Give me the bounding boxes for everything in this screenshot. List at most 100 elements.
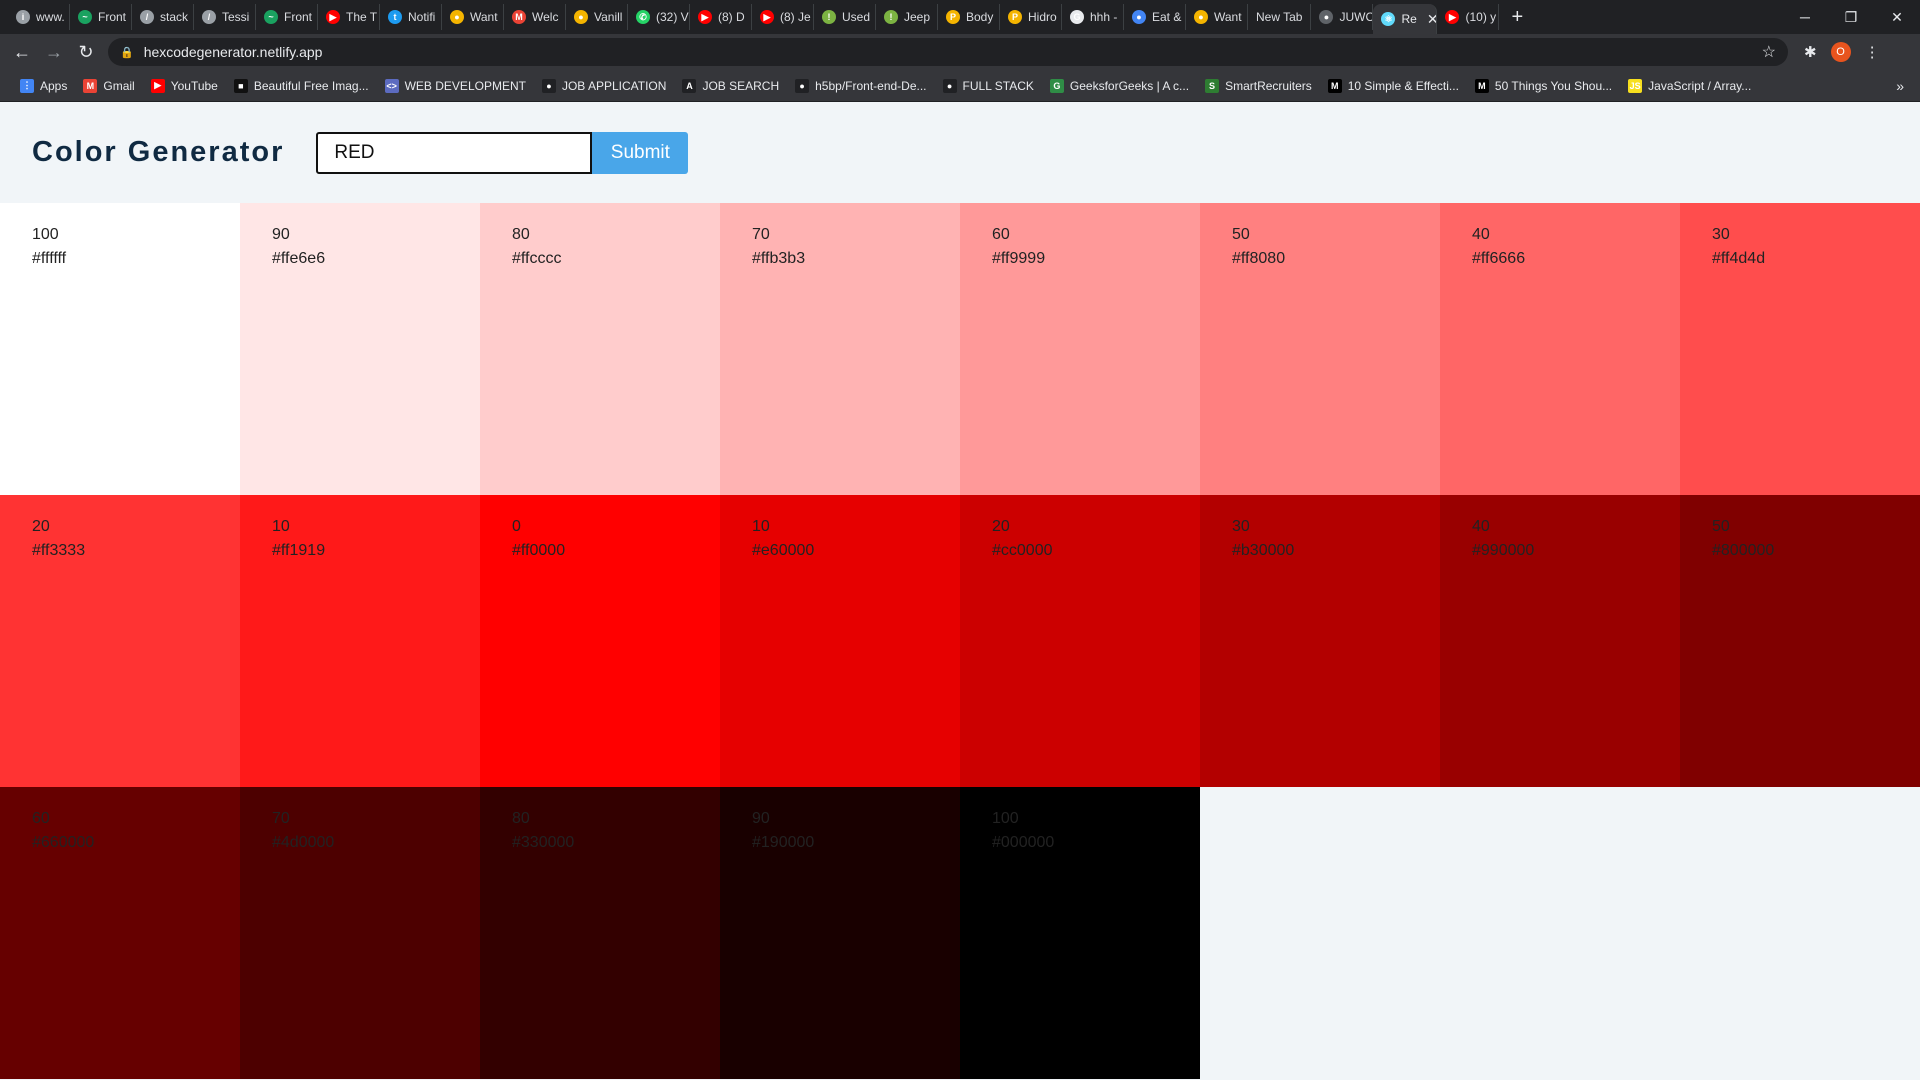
bookmark-label: Beautiful Free Imag... — [253, 78, 369, 93]
tab-favicon-icon: / — [140, 10, 154, 24]
color-swatch[interactable]: 70 #ffb3b3 — [720, 203, 960, 495]
bookmark-item[interactable]: M 10 Simple & Effecti... — [1320, 78, 1467, 93]
tab-label: stack — [160, 10, 189, 24]
browser-tab[interactable]: / Tessi — [194, 4, 256, 30]
browser-tab[interactable]: / stack — [132, 4, 194, 30]
bookmark-item[interactable]: ▶ YouTube — [143, 78, 226, 93]
tab-label: (8) D — [718, 10, 745, 24]
browser-tab[interactable]: P Hidro — [1000, 4, 1062, 30]
swatch-hex: #800000 — [1712, 542, 1775, 559]
tab-favicon-icon: ~ — [78, 10, 92, 24]
browser-tab[interactable]: ~ Front — [70, 4, 132, 30]
browser-tab[interactable]: P Body — [938, 4, 1000, 30]
browser-tab[interactable]: ● Want — [442, 4, 504, 30]
browser-tab[interactable]: ⚛ Re ✕ — [1373, 4, 1438, 34]
color-swatch[interactable]: 50 #ff8080 — [1200, 203, 1440, 495]
browser-tab[interactable]: ✆ (32) V — [628, 4, 690, 30]
color-swatch[interactable]: 90 #190000 — [720, 787, 960, 1079]
bookmark-item[interactable]: ■ Beautiful Free Imag... — [226, 78, 377, 93]
browser-tab[interactable]: ~ Front — [256, 4, 318, 30]
tab-favicon-icon: ! — [822, 10, 836, 24]
color-input[interactable] — [316, 131, 593, 174]
bookmark-icon: M — [1327, 78, 1342, 93]
swatch-hex: #ff8080 — [1232, 250, 1286, 267]
close-tab-icon[interactable]: ✕ — [1427, 11, 1437, 28]
browser-tab[interactable]: ● Want — [1186, 4, 1248, 30]
color-swatch[interactable]: 100 #000000 — [960, 787, 1200, 1079]
bookmark-item[interactable]: M Gmail — [75, 78, 142, 93]
color-swatch[interactable]: 60 #ff9999 — [960, 203, 1200, 495]
browser-tab[interactable]: Ghhh - — [1062, 4, 1124, 30]
browser-tab[interactable]: ▶ (10) y — [1437, 4, 1500, 30]
bookmark-item[interactable]: <> WEB DEVELOPMENT — [377, 78, 534, 93]
tab-favicon-icon: i — [16, 10, 30, 24]
bookmark-icon: ● — [942, 78, 957, 93]
close-window-icon[interactable]: ✕ — [1874, 0, 1920, 34]
color-swatch[interactable]: 10 #e60000 — [720, 495, 960, 787]
color-swatch[interactable]: 80 #ffcccc — [480, 203, 720, 495]
bookmark-label: Gmail — [103, 78, 135, 93]
back-icon[interactable]: ← — [6, 42, 38, 63]
bookmark-label: FULL STACK — [962, 78, 1034, 93]
bookmark-item[interactable]: JS JavaScript / Array... — [1620, 78, 1759, 93]
bookmark-item[interactable]: S SmartRecruiters — [1197, 78, 1320, 93]
tab-label: Welc — [532, 10, 559, 24]
bookmark-label: GeeksforGeeks | A c... — [1069, 78, 1190, 93]
browser-tab[interactable]: ▶ The T — [318, 4, 380, 30]
forward-icon[interactable]: → — [38, 42, 70, 63]
browser-menu-icon[interactable]: ⋮ — [1865, 43, 1880, 61]
browser-tab[interactable]: ! Used — [814, 4, 876, 30]
new-tab-icon[interactable]: + — [1499, 6, 1535, 29]
color-swatch[interactable]: 10 #ff1919 — [240, 495, 480, 787]
bookmark-item[interactable]: ● FULL STACK — [935, 78, 1042, 93]
browser-tab[interactable]: ● JUWC — [1311, 4, 1374, 30]
minimize-icon[interactable]: ─ — [1782, 0, 1828, 34]
color-swatch[interactable]: 60 #660000 — [0, 787, 240, 1079]
color-swatch[interactable]: 40 #ff6666 — [1440, 203, 1680, 495]
bookmark-item[interactable]: G GeeksforGeeks | A c... — [1042, 78, 1197, 93]
browser-tab[interactable]: ▶ (8) D — [690, 4, 752, 30]
browser-tab[interactable]: i www. — [8, 4, 70, 30]
address-bar[interactable]: 🔒 hexcodegenerator.netlify.app ☆ — [108, 38, 1788, 66]
browser-tab[interactable]: ! Jeep — [876, 4, 938, 30]
color-swatch[interactable]: 30 #b30000 — [1200, 495, 1440, 787]
color-swatch[interactable]: 20 #cc0000 — [960, 495, 1200, 787]
restore-icon[interactable]: ❐ — [1828, 0, 1874, 34]
swatch-percent: 10 — [272, 518, 290, 535]
bookmark-star-icon[interactable]: ☆ — [1762, 42, 1776, 62]
swatch-percent: 90 — [752, 810, 770, 827]
browser-tab[interactable]: New Tab — [1248, 4, 1312, 30]
color-swatch[interactable]: 30 #ff4d4d — [1680, 203, 1920, 495]
browser-tab[interactable]: t Notifi — [380, 4, 442, 30]
tab-favicon-icon: ! — [884, 10, 898, 24]
tab-favicon-icon: P — [946, 10, 960, 24]
swatch-hex: #000000 — [992, 834, 1055, 851]
color-swatch[interactable]: 80 #330000 — [480, 787, 720, 1079]
color-swatch[interactable]: 90 #ffe6e6 — [240, 203, 480, 495]
extensions-icon[interactable]: ✱ — [1804, 43, 1817, 61]
color-swatch[interactable]: 50 #800000 — [1680, 495, 1920, 787]
tab-label: Eat & — [1152, 10, 1182, 24]
color-swatch[interactable]: 40 #990000 — [1440, 495, 1680, 787]
color-swatch[interactable]: 100 #ffffff — [0, 203, 240, 495]
bookmark-item[interactable]: ● JOB APPLICATION — [534, 78, 674, 93]
browser-tab[interactable]: ● Vanill — [566, 4, 628, 30]
bookmark-item[interactable]: ⋮ Apps — [12, 78, 75, 93]
browser-tab[interactable]: ● Eat & — [1124, 4, 1186, 30]
color-swatch[interactable]: 70 #4d0000 — [240, 787, 480, 1079]
bookmark-item[interactable]: A JOB SEARCH — [674, 78, 787, 93]
color-form: Submit — [316, 131, 689, 174]
reload-icon[interactable]: ↻ — [70, 42, 102, 63]
submit-button[interactable]: Submit — [592, 131, 689, 174]
browser-tab[interactable]: ▶ (8) Je — [752, 4, 814, 30]
tab-favicon-icon: ▶ — [760, 10, 774, 24]
bookmark-label: JOB APPLICATION — [561, 78, 667, 93]
tab-label: (8) Je — [780, 10, 811, 24]
color-swatch[interactable]: 0 #ff0000 — [480, 495, 720, 787]
bookmark-item[interactable]: ● h5bp/Front-end-De... — [787, 78, 934, 93]
more-bookmarks-icon[interactable]: » — [1896, 78, 1920, 94]
profile-avatar[interactable]: O — [1830, 42, 1851, 62]
color-swatch[interactable]: 20 #ff3333 — [0, 495, 240, 787]
browser-tab[interactable]: M Welc — [504, 4, 566, 30]
bookmark-item[interactable]: M 50 Things You Shou... — [1467, 78, 1620, 93]
